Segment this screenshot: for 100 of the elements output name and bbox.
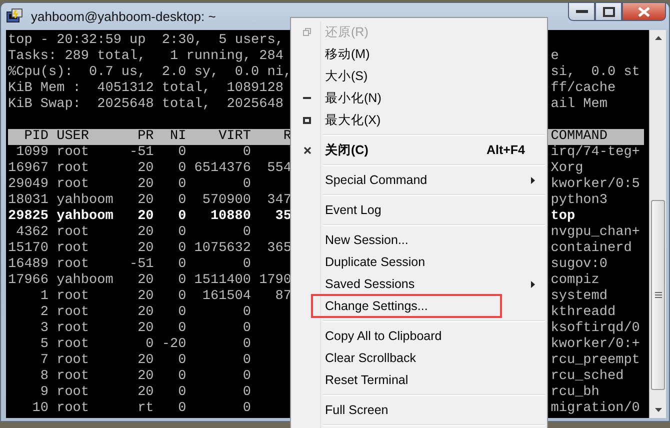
table-cell-text: root <box>56 225 90 241</box>
scroll-down-icon[interactable] <box>654 408 662 412</box>
table-cell: rcu_preempt <box>550 353 640 369</box>
table-cell: kthreadd <box>550 305 616 321</box>
table-cell-text: 10 <box>31 401 48 417</box>
table-cell-text: 0 <box>177 353 186 369</box>
menu-item[interactable]: 关闭(C) Alt+F4 <box>293 139 545 161</box>
table-cell: 29825 <box>8 209 48 225</box>
table-cell-text: root <box>56 321 90 337</box>
table-cell-text: 20 <box>136 209 154 225</box>
minimize-icon <box>303 96 311 100</box>
table-cell-text: 0 <box>177 177 186 193</box>
column-header: COMMAND <box>550 129 608 145</box>
menu-item[interactable]: Full Screen <box>293 399 545 421</box>
maximize-icon <box>602 6 614 16</box>
table-cell-text: 8 <box>39 369 48 385</box>
menu-item[interactable]: 大小(S) <box>293 65 545 87</box>
table-cell-text: 0 <box>177 257 186 273</box>
table-cell-text: 0 <box>177 273 186 289</box>
table-cell-text: 0 <box>242 369 251 385</box>
column-header: USER <box>56 129 90 145</box>
menu-item[interactable]: Special Command <box>293 169 545 191</box>
table-cell: 29049 <box>8 177 48 193</box>
table-cell-text: 4362 <box>15 225 48 241</box>
menu-item[interactable]: 最大化(X) <box>293 109 545 131</box>
table-cell-text: 0 <box>242 305 251 321</box>
close-button[interactable] <box>622 2 666 21</box>
terminal-text: ff/cache <box>550 81 616 97</box>
menu-item[interactable]: 移动(M) <box>293 43 545 65</box>
table-cell-text: 9 <box>39 385 48 401</box>
menu-item[interactable]: Change Settings... <box>312 295 501 317</box>
table-cell-text: root <box>56 161 90 177</box>
menu-item[interactable]: Clear Scrollback <box>293 347 545 369</box>
menu-item[interactable]: Copy All to Clipboard <box>293 325 545 347</box>
table-cell-text: 87 <box>274 289 292 305</box>
table-cell: 16489 <box>8 257 48 273</box>
table-cell-text: 0 <box>177 289 186 305</box>
column-header: PID <box>23 129 48 145</box>
table-cell-text: 0 <box>242 337 251 353</box>
table-cell-text: 0 <box>177 209 186 225</box>
menu-item[interactable]: Reset Terminal <box>293 369 545 391</box>
table-cell-text: 365 <box>266 241 292 257</box>
table-cell-text: 0 <box>177 369 186 385</box>
table-cell-text: 0 <box>242 401 251 417</box>
table-cell: 15170 <box>8 241 48 257</box>
maximize-button[interactable] <box>595 2 622 21</box>
table-cell: 16967 <box>8 161 48 177</box>
table-cell: top <box>550 209 576 225</box>
table-cell-text: yahboom <box>56 209 114 225</box>
table-cell-text: root <box>56 401 90 417</box>
table-cell-text: 20 <box>136 385 154 401</box>
table-cell-text: 20 <box>136 273 154 289</box>
column-header: VIRT <box>218 129 251 145</box>
table-cell-text: 0 <box>177 385 186 401</box>
table-cell-text: 0 <box>242 385 251 401</box>
table-cell: Xorg <box>550 161 584 177</box>
table-cell-text: 2 <box>39 305 48 321</box>
table-cell-text: 10880 <box>209 209 251 225</box>
column-header: PR <box>136 129 154 145</box>
table-cell-text: 20 <box>136 161 154 177</box>
table-cell: systemd <box>550 289 608 305</box>
table-cell-text: yahboom <box>56 193 114 209</box>
table-cell-text: 1 <box>39 289 48 305</box>
table-cell: -51 <box>129 145 154 161</box>
minimize-button[interactable] <box>568 2 595 21</box>
menu-item[interactable]: New Session... <box>293 229 545 251</box>
table-cell-text: root <box>56 289 90 305</box>
menu-item[interactable]: Saved Sessions <box>293 273 545 295</box>
table-cell: 17966 <box>8 273 48 289</box>
table-cell-text: 0 <box>177 225 186 241</box>
terminal-text: KiB Mem : 4051312 total, 1089128 <box>8 81 284 97</box>
restore-icon <box>303 28 311 36</box>
table-cell: migration/0 <box>550 401 640 417</box>
table-cell-text: root <box>56 145 90 161</box>
table-cell: ksoftirqd/0 <box>550 321 640 337</box>
column-header: NI <box>168 129 186 145</box>
table-cell-text: root <box>56 337 90 353</box>
table-cell-text: 0 <box>177 193 186 209</box>
table-cell-text: 20 <box>136 241 154 257</box>
table-cell-text: 35 <box>274 209 292 225</box>
close-icon <box>638 6 650 16</box>
table-cell: kworker/0:5 <box>550 177 640 193</box>
table-cell-text: 347 <box>266 193 292 209</box>
table-cell-text: root <box>56 385 90 401</box>
table-cell-text: 0 <box>242 225 251 241</box>
table-cell: irq/74-teg+ <box>550 145 640 161</box>
scrollbar-thumb[interactable] <box>651 200 665 390</box>
terminal-text: e <box>550 49 559 65</box>
menu-item[interactable]: Duplicate Session <box>293 251 545 273</box>
table-cell-text: root <box>56 257 90 273</box>
table-cell-text: 0 <box>177 161 186 177</box>
menu-item[interactable]: Event Log <box>293 199 545 221</box>
table-cell-text: 0 <box>242 145 251 161</box>
table-cell-text: 1099 <box>15 145 48 161</box>
table-cell: sugov:0 <box>550 257 608 273</box>
scroll-up-icon[interactable] <box>654 36 662 40</box>
window-title: yahboom@yahboom-desktop: ~ <box>31 9 216 24</box>
scrollbar[interactable] <box>649 30 666 418</box>
table-cell-text: 0 <box>177 241 186 257</box>
menu-item[interactable]: 最小化(N) <box>293 87 545 109</box>
